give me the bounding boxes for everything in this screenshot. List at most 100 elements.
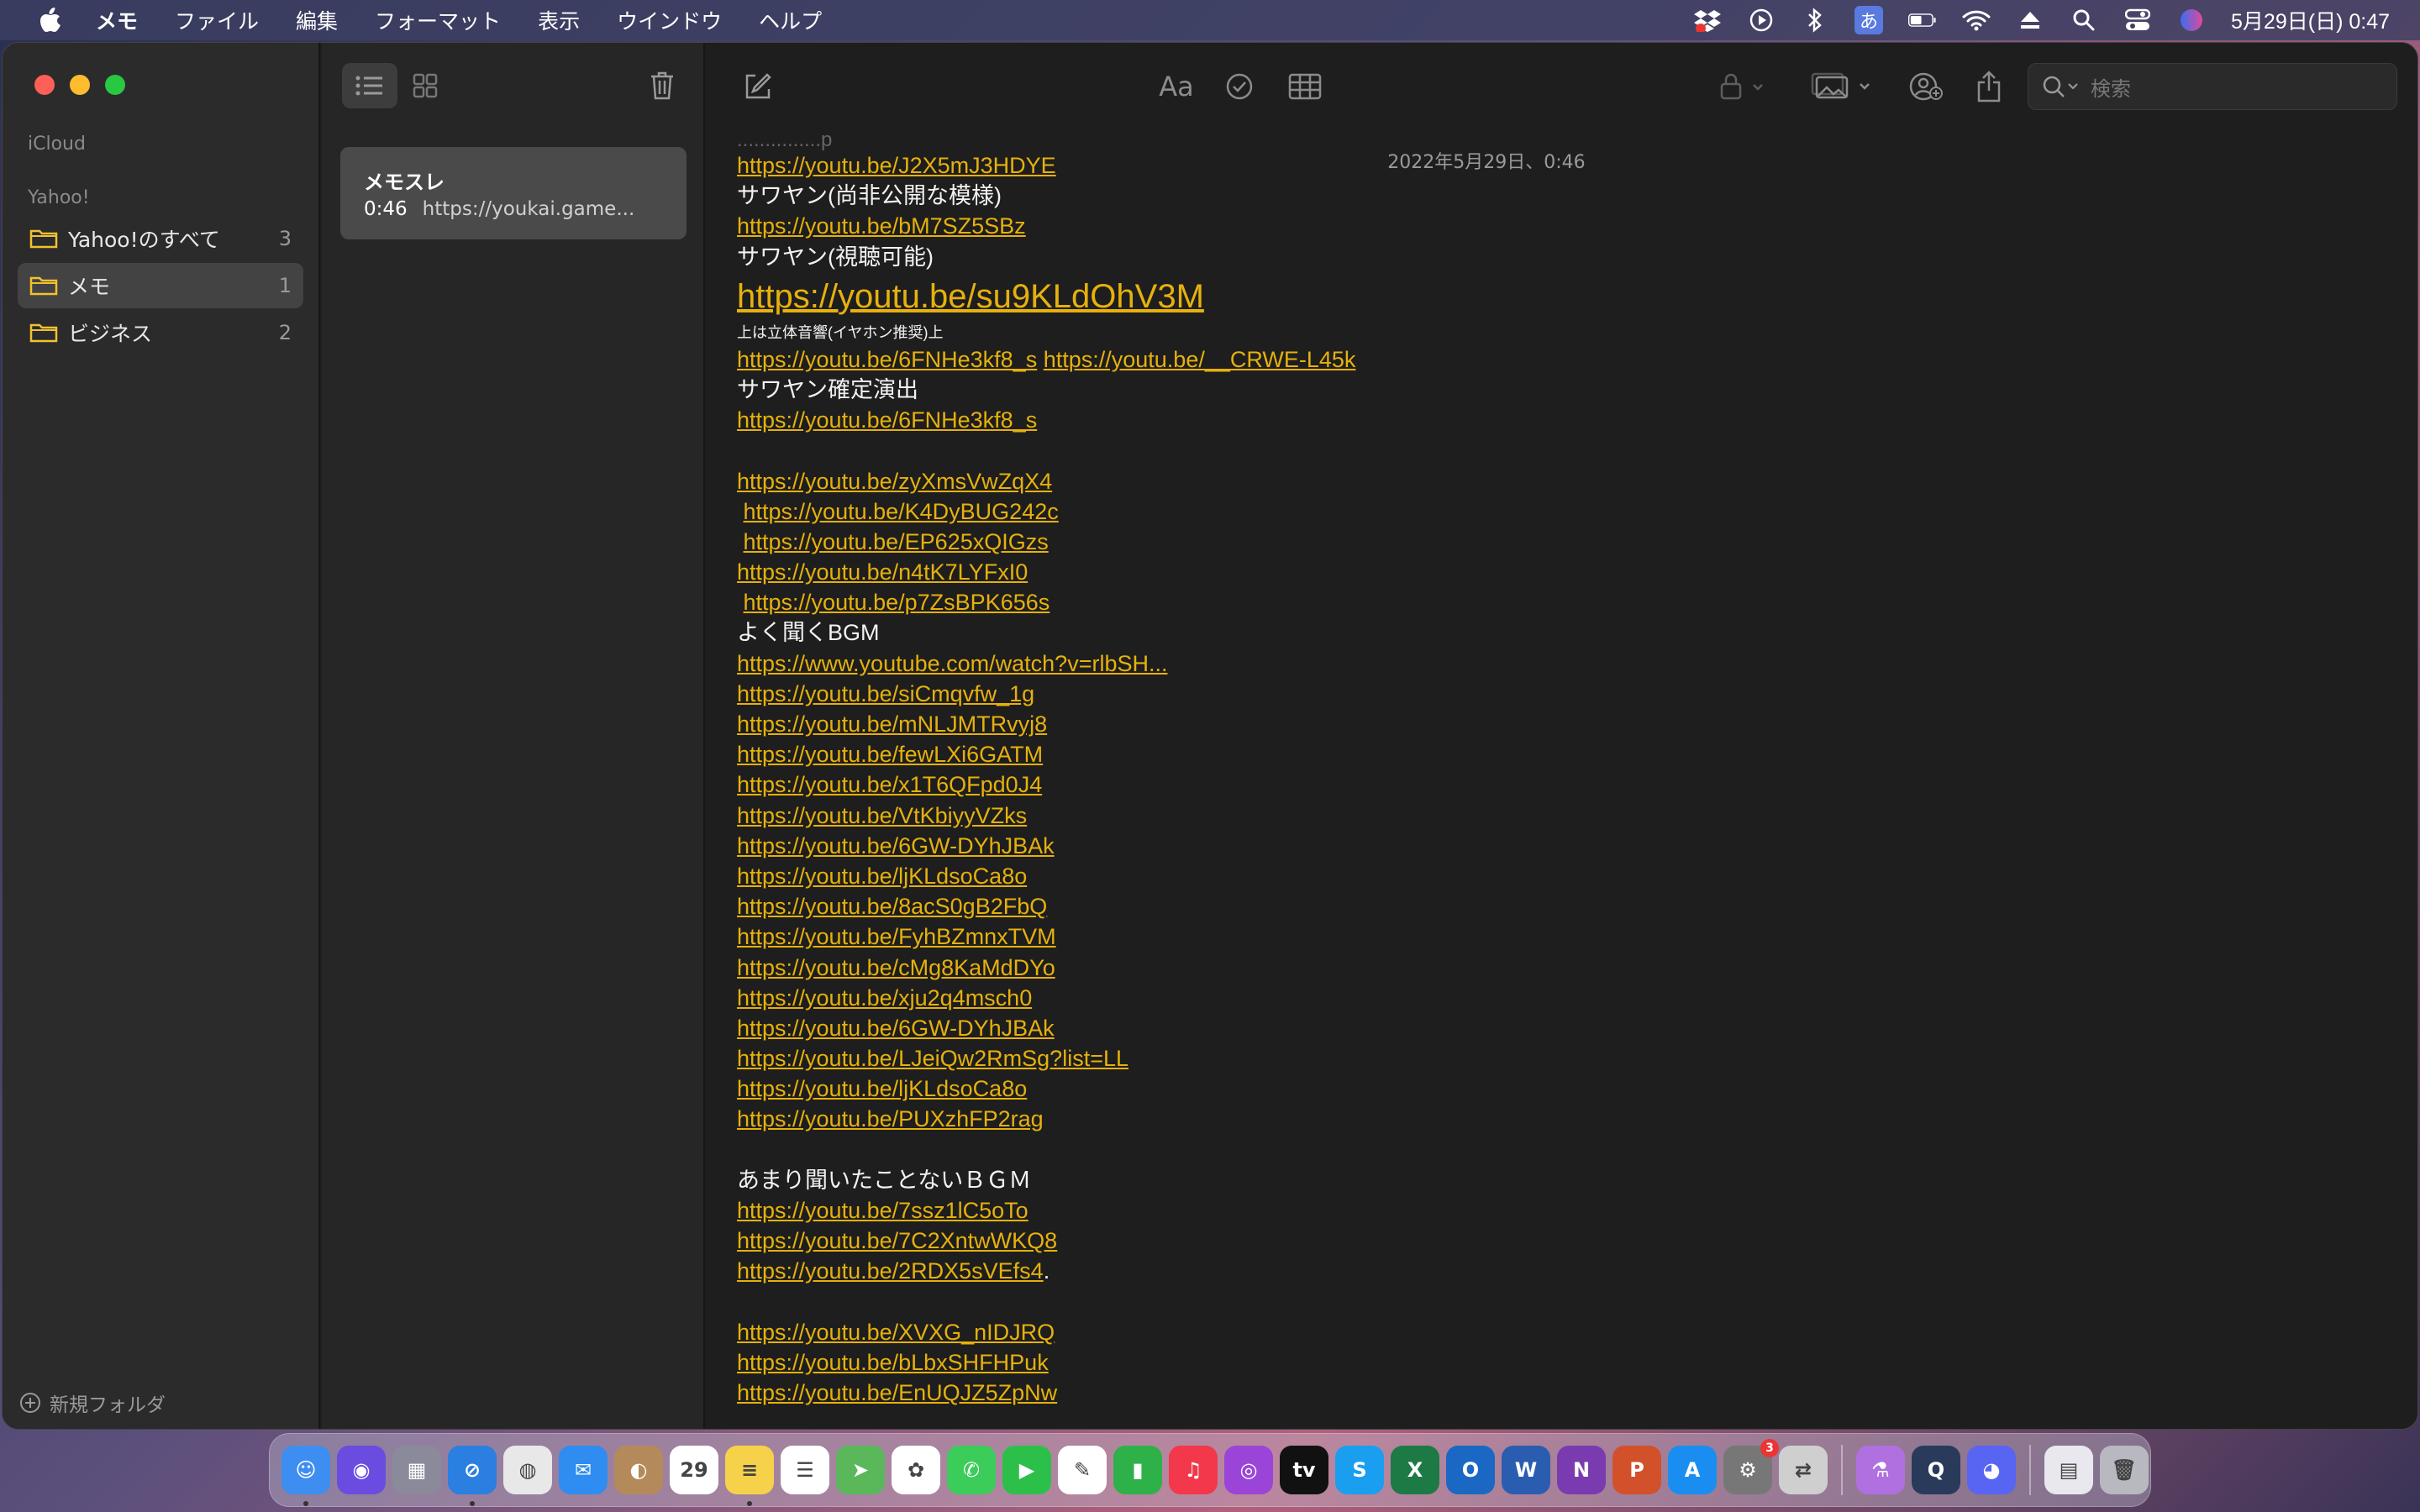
search-field[interactable]: 検索 bbox=[2028, 63, 2397, 110]
folder-business[interactable]: ビジネス 2 bbox=[18, 310, 303, 355]
list-view-button[interactable] bbox=[342, 63, 397, 108]
note-link[interactable]: https://youtu.be/FyhBZmnxTVM bbox=[737, 924, 1056, 949]
menubar-clock[interactable]: 5月29日(日) 0:47 bbox=[2231, 5, 2390, 35]
dock-photos-icon[interactable]: ✿ bbox=[892, 1446, 940, 1494]
dock-trash-icon[interactable]: 🗑 bbox=[2100, 1446, 2149, 1494]
note-link[interactable]: https://youtu.be/xju2q4msch0 bbox=[737, 985, 1032, 1011]
note-link[interactable]: https://youtu.be/bLbxSHFHPuk bbox=[737, 1350, 1049, 1375]
note-link[interactable]: https://youtu.be/n4tK7LYFxI0 bbox=[737, 559, 1028, 585]
menu-view[interactable]: 表示 bbox=[538, 5, 580, 35]
note-link[interactable]: https://www.youtube.com/watch?v=rlbSH... bbox=[737, 651, 1167, 676]
menu-file[interactable]: ファイル bbox=[175, 5, 259, 35]
dock-excel-icon[interactable]: X bbox=[1391, 1446, 1439, 1494]
note-link[interactable]: https://youtu.be/6FNHe3kf8_s bbox=[737, 347, 1037, 372]
dock-launchpad-icon[interactable]: ▦ bbox=[392, 1446, 441, 1494]
table-button[interactable] bbox=[1286, 63, 1323, 110]
eject-icon[interactable] bbox=[2016, 6, 2044, 34]
note-link[interactable]: https://youtu.be/mNLJMTRvyj8 bbox=[737, 711, 1047, 737]
note-link[interactable]: https://youtu.be/p7ZsBPK656s bbox=[744, 590, 1050, 615]
dock-siri-icon[interactable]: ◉ bbox=[337, 1446, 386, 1494]
note-link[interactable]: https://youtu.be/VtKbiyyVZks bbox=[737, 803, 1027, 828]
dock-migration-assistant-icon[interactable]: ⇄ bbox=[1779, 1446, 1828, 1494]
menu-window[interactable]: ウインドウ bbox=[617, 5, 722, 35]
minimize-window-button[interactable] bbox=[70, 75, 90, 95]
note-link[interactable]: https://youtu.be/J2X5mJ3HDYE bbox=[737, 153, 1056, 178]
note-link[interactable]: https://youtu.be/8acS0gB2FbQ bbox=[737, 894, 1047, 919]
note-link[interactable]: https://youtu.be/su9KLdOhV3M bbox=[737, 278, 1204, 315]
note-link[interactable]: https://youtu.be/bM7SZ5SBz bbox=[737, 213, 1026, 239]
dock-safari-icon[interactable]: ⊘ bbox=[448, 1446, 497, 1506]
app-name-menu[interactable]: メモ bbox=[96, 5, 138, 35]
note-link[interactable]: https://youtu.be/cMg8KaMdDYo bbox=[737, 955, 1055, 980]
note-link[interactable]: https://youtu.be/7C2XntwWKQ8 bbox=[737, 1228, 1057, 1253]
note-body[interactable]: ...............p https://youtu.be/J2X5mJ3… bbox=[737, 135, 2384, 1429]
dock-calendar-icon[interactable]: 29 bbox=[670, 1446, 718, 1494]
note-link[interactable]: https://youtu.be/siCmqvfw_1g bbox=[737, 681, 1034, 706]
dock-word-icon[interactable]: W bbox=[1502, 1446, 1550, 1494]
note-link[interactable]: https://youtu.be/x1T6QFpd0J4 bbox=[737, 772, 1042, 797]
note-link[interactable]: https://youtu.be/PUXzhFP2rag bbox=[737, 1106, 1044, 1131]
dock-reminders-icon[interactable]: ☰ bbox=[781, 1446, 829, 1494]
dock-powerpoint-icon[interactable]: P bbox=[1612, 1446, 1661, 1494]
dock-finder-icon[interactable]: ☺ bbox=[281, 1446, 330, 1506]
share-button[interactable] bbox=[1970, 63, 2007, 110]
dock-onenote-icon[interactable]: N bbox=[1557, 1446, 1606, 1494]
dock-notes-icon[interactable]: ≡ bbox=[725, 1446, 774, 1506]
play-circle-icon[interactable] bbox=[1747, 6, 1776, 34]
delete-note-button[interactable] bbox=[641, 63, 683, 108]
note-link[interactable]: https://youtu.be/6GW-DYhJBAk bbox=[737, 833, 1055, 858]
collaborate-button[interactable] bbox=[1905, 63, 1947, 110]
note-link[interactable]: https://youtu.be/EP625xQIGzs bbox=[744, 529, 1049, 554]
apple-menu-icon[interactable] bbox=[35, 5, 66, 35]
input-method-icon[interactable]: あ bbox=[1854, 6, 1884, 34]
note-link[interactable]: https://youtu.be/K4DyBUG242c bbox=[744, 499, 1059, 524]
folder-memo[interactable]: メモ 1 bbox=[18, 263, 303, 308]
dock-mail-icon[interactable]: ✉ bbox=[559, 1446, 608, 1494]
dock-messages-icon[interactable]: ✆ bbox=[947, 1446, 996, 1494]
dropbox-icon[interactable] bbox=[1693, 6, 1722, 34]
battery-icon[interactable] bbox=[1908, 6, 1937, 34]
dock-skype-icon[interactable]: S bbox=[1335, 1446, 1384, 1494]
note-link[interactable]: https://youtu.be/XVXG_nIDJRQ bbox=[737, 1320, 1055, 1345]
menu-edit[interactable]: 編集 bbox=[296, 5, 338, 35]
note-link[interactable]: https://youtu.be/__CRWE-L45k bbox=[1044, 347, 1356, 372]
dock-outlook-icon[interactable]: O bbox=[1446, 1446, 1495, 1494]
note-link[interactable]: https://youtu.be/7ssz1lC5oTo bbox=[737, 1198, 1028, 1223]
gallery-view-button[interactable] bbox=[397, 63, 453, 108]
compose-button[interactable] bbox=[739, 63, 777, 110]
spotlight-search-icon[interactable] bbox=[2070, 6, 2098, 34]
dock-contacts-icon[interactable]: ◐ bbox=[614, 1446, 663, 1494]
note-link[interactable]: https://youtu.be/fewLXi6GATM bbox=[737, 742, 1043, 767]
checklist-button[interactable] bbox=[1223, 63, 1256, 110]
note-link[interactable]: https://youtu.be/EnUQJZ5ZpNw bbox=[737, 1380, 1057, 1405]
dock-potion-app-icon[interactable]: ⚗ bbox=[1856, 1446, 1905, 1494]
note-link[interactable]: https://youtu.be/ljKLdsoCa8o bbox=[737, 864, 1027, 889]
zoom-window-button[interactable] bbox=[105, 75, 125, 95]
wifi-icon[interactable] bbox=[1962, 6, 1991, 34]
new-folder-button[interactable]: 新規フォルダ bbox=[19, 1389, 166, 1417]
dock-system-preferences-icon[interactable]: ⚙ 3 bbox=[1723, 1439, 1779, 1494]
dock-freeform-icon[interactable]: ✎ bbox=[1058, 1446, 1107, 1494]
note-link[interactable]: https://youtu.be/zyXmsVwZqX4 bbox=[737, 469, 1052, 494]
close-window-button[interactable] bbox=[34, 75, 55, 95]
text-format-button[interactable]: Aa bbox=[1155, 63, 1197, 110]
media-button[interactable] bbox=[1807, 63, 1880, 110]
dock-app-store-icon[interactable]: A bbox=[1668, 1446, 1717, 1494]
siri-icon[interactable] bbox=[2177, 6, 2206, 34]
dock-numbers-icon[interactable]: ▮ bbox=[1113, 1446, 1162, 1494]
note-link[interactable]: https://youtu.be/6FNHe3kf8_s bbox=[737, 407, 1037, 433]
dock-facetime-icon[interactable]: ▶ bbox=[1002, 1446, 1051, 1494]
bluetooth-icon[interactable] bbox=[1801, 6, 1829, 34]
dock-podcasts-icon[interactable]: ◎ bbox=[1224, 1446, 1273, 1494]
note-link[interactable]: https://youtu.be/6GW-DYhJBAk bbox=[737, 1016, 1055, 1041]
menu-help[interactable]: ヘルプ bbox=[759, 5, 822, 35]
dock-chrome-icon[interactable]: ◍ bbox=[503, 1446, 552, 1494]
dock-tv-icon[interactable]: tv bbox=[1280, 1446, 1328, 1494]
lock-note-button[interactable] bbox=[1715, 63, 1774, 110]
note-link[interactable]: https://youtu.be/ljKLdsoCa8o bbox=[737, 1076, 1027, 1101]
menu-format[interactable]: フォーマット bbox=[375, 5, 501, 35]
folder-yahoo-all[interactable]: Yahoo!のすべて 3 bbox=[18, 216, 303, 261]
dock-quicktime-icon[interactable]: Q bbox=[1912, 1446, 1960, 1494]
control-center-icon[interactable] bbox=[2123, 6, 2152, 34]
dock-document-icon[interactable]: ▤ bbox=[2044, 1446, 2093, 1494]
